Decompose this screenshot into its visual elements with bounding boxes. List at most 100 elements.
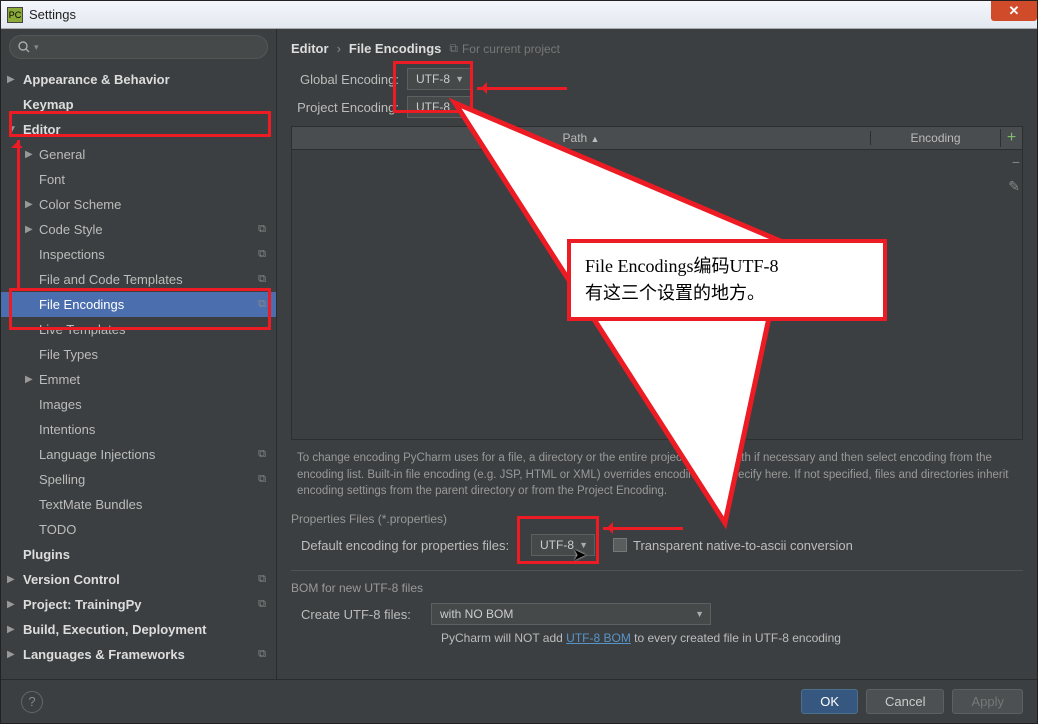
sidebar-item-label: General <box>39 147 85 162</box>
sidebar-item-label: Intentions <box>39 422 95 437</box>
annotation-encoding-combos <box>393 61 473 113</box>
settings-window: PC Settings ✕ ▾ ▶ Appearance & Behavior Ke… <box>0 0 1038 724</box>
sidebar-item-todo[interactable]: TODO <box>1 517 276 542</box>
sidebar-item-font[interactable]: Font <box>1 167 276 192</box>
scope-icon: ⧉ <box>258 648 266 661</box>
cancel-button[interactable]: Cancel <box>866 689 944 714</box>
annotation-callout: File Encodings编码UTF-8 有这三个设置的地方。 <box>567 239 887 321</box>
scope-icon: ⧉ <box>258 598 266 611</box>
sidebar-item-intentions[interactable]: Intentions <box>1 417 276 442</box>
transparent-ascii-label: Transparent native-to-ascii conversion <box>633 538 853 553</box>
annotation-arrowhead <box>11 136 23 148</box>
tree-arrow-icon: ▶ <box>7 624 15 635</box>
sidebar-item-label: Language Injections <box>39 447 155 462</box>
sidebar-item-color-scheme[interactable]: ▶ Color Scheme <box>1 192 276 217</box>
sidebar-item-label: Appearance & Behavior <box>23 72 170 87</box>
annotation-file-encodings-row <box>9 288 271 330</box>
scope-icon: ⧉ <box>258 473 266 486</box>
breadcrumb: Editor › File Encodings ⧉For current pro… <box>291 41 1023 56</box>
apply-button[interactable]: Apply <box>952 689 1023 714</box>
sidebar-item-general[interactable]: ▶ General <box>1 142 276 167</box>
sidebar-item-spelling[interactable]: Spelling ⧉ <box>1 467 276 492</box>
sidebar-item-build-execution-deployment[interactable]: ▶ Build, Execution, Deployment <box>1 617 276 642</box>
utf8-bom-link[interactable]: UTF-8 BOM <box>566 631 631 645</box>
sidebar-item-language-injections[interactable]: Language Injections ⧉ <box>1 442 276 467</box>
sidebar-item-label: Plugins <box>23 547 70 562</box>
chevron-right-icon: › <box>337 41 341 56</box>
search-icon <box>18 41 30 53</box>
ok-button[interactable]: OK <box>801 689 858 714</box>
sidebar-item-languages-frameworks[interactable]: ▶ Languages & Frameworks ⧉ <box>1 642 276 667</box>
sidebar-item-label: Project: TrainingPy <box>23 597 141 612</box>
sidebar-item-code-style[interactable]: ▶ Code Style ⧉ <box>1 217 276 242</box>
sidebar-item-label: File and Code Templates <box>39 272 183 287</box>
main-panel: Editor › File Encodings ⧉For current pro… <box>277 29 1037 679</box>
crumb-editor[interactable]: Editor <box>291 41 329 56</box>
window-title: Settings <box>29 7 76 22</box>
annotation-arrow-2 <box>603 527 683 530</box>
sidebar-item-project-trainingpy[interactable]: ▶ Project: TrainingPy ⧉ <box>1 592 276 617</box>
sidebar-item-label: Spelling <box>39 472 85 487</box>
bom-label: Create UTF-8 files: <box>301 607 431 622</box>
add-button[interactable]: + <box>1000 129 1022 147</box>
tree-arrow-icon: ▶ <box>25 149 33 160</box>
edit-button[interactable]: ✎ <box>1008 178 1020 195</box>
sidebar-item-inspections[interactable]: Inspections ⧉ <box>1 242 276 267</box>
bom-note: PyCharm will NOT add UTF-8 BOM to every … <box>441 631 1023 645</box>
project-encoding-label: Project Encoding: <box>291 100 407 115</box>
sidebar-item-label: TODO <box>39 522 76 537</box>
scope-icon: ⧉ <box>258 448 266 461</box>
scope-icon: ⧉ <box>258 273 266 286</box>
sidebar-item-label: Font <box>39 172 65 187</box>
annotation-vline <box>17 140 20 290</box>
sidebar-item-label: File Types <box>39 347 98 362</box>
bom-combo[interactable]: with NO BOM▼ <box>431 603 711 625</box>
sidebar-item-plugins[interactable]: Plugins <box>1 542 276 567</box>
tree-arrow-icon: ▶ <box>7 74 15 85</box>
help-button[interactable]: ? <box>21 691 43 713</box>
properties-section-label: Properties Files (*.properties) <box>291 512 1023 526</box>
col-path[interactable]: Path ▲ <box>292 131 870 145</box>
sidebar-item-emmet[interactable]: ▶ Emmet <box>1 367 276 392</box>
tree-arrow-icon: ▶ <box>7 599 15 610</box>
scope-icon: ⧉ <box>258 573 266 586</box>
sidebar-item-label: Images <box>39 397 82 412</box>
sidebar-item-images[interactable]: Images <box>1 392 276 417</box>
annotation-editor-row <box>9 111 271 137</box>
tree-arrow-icon: ▶ <box>25 199 33 210</box>
encoding-table-header: Path ▲ Encoding + <box>291 126 1023 150</box>
close-button[interactable]: ✕ <box>991 1 1037 21</box>
properties-encoding-label: Default encoding for properties files: <box>301 538 531 553</box>
annotation-arrow-1 <box>477 87 567 90</box>
col-encoding[interactable]: Encoding <box>870 131 1000 145</box>
global-encoding-label: Global Encoding: <box>291 72 407 87</box>
scope-icon: ⧉ <box>258 248 266 261</box>
chevron-down-icon: ▼ <box>695 609 704 619</box>
remove-button[interactable]: − <box>1012 154 1020 170</box>
sidebar-item-label: Color Scheme <box>39 197 121 212</box>
sidebar-item-label: Code Style <box>39 222 103 237</box>
sidebar-item-appearance-behavior[interactable]: ▶ Appearance & Behavior <box>1 67 276 92</box>
sidebar-item-label: Emmet <box>39 372 80 387</box>
tree-arrow-icon: ▶ <box>7 574 15 585</box>
scope-icon: ⧉ <box>258 223 266 236</box>
titlebar: PC Settings ✕ <box>1 1 1037 29</box>
tree-arrow-icon: ▶ <box>7 649 15 660</box>
sidebar-item-label: Languages & Frameworks <box>23 647 185 662</box>
transparent-ascii-checkbox[interactable] <box>613 538 627 552</box>
help-text: To change encoding PyCharm uses for a fi… <box>297 450 1017 500</box>
tree-arrow-icon: ▶ <box>25 374 33 385</box>
bom-section-label: BOM for new UTF-8 files <box>291 581 1023 595</box>
sidebar-item-file-types[interactable]: File Types <box>1 342 276 367</box>
sidebar-item-label: TextMate Bundles <box>39 497 142 512</box>
annotation-props-combo <box>517 516 599 564</box>
sidebar-item-label: Build, Execution, Deployment <box>23 622 206 637</box>
tree-arrow-icon: ▶ <box>25 224 33 235</box>
search-input[interactable]: ▾ <box>9 35 268 59</box>
sidebar-item-textmate-bundles[interactable]: TextMate Bundles <box>1 492 276 517</box>
sidebar-item-label: Keymap <box>23 97 74 112</box>
sidebar-item-label: Inspections <box>39 247 105 262</box>
sidebar-item-version-control[interactable]: ▶ Version Control ⧉ <box>1 567 276 592</box>
app-icon: PC <box>7 7 23 23</box>
sidebar-item-label: Version Control <box>23 572 120 587</box>
